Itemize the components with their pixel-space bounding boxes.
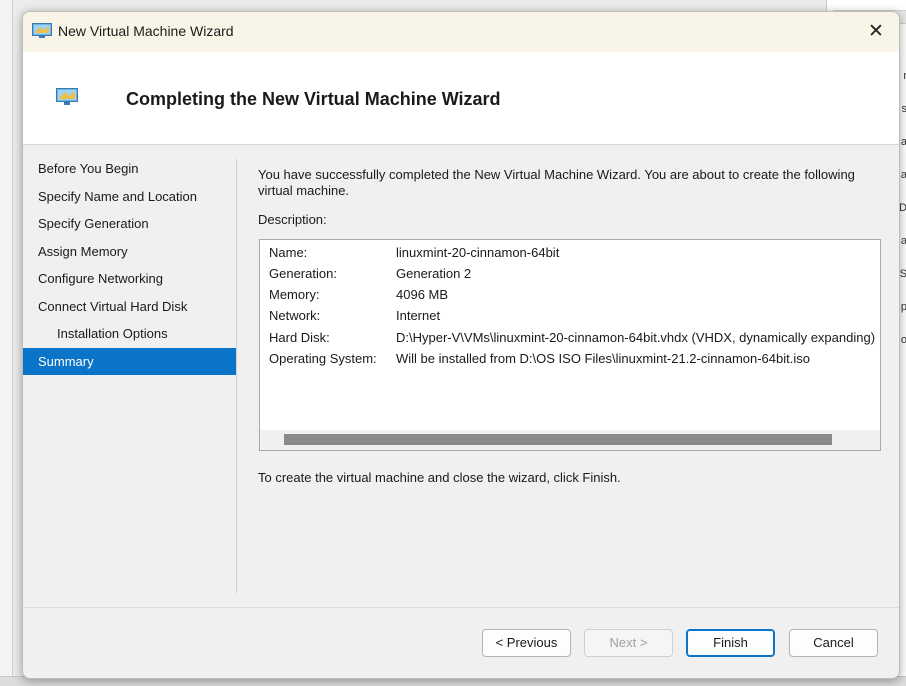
scrollbar-thumb[interactable]: [284, 434, 832, 445]
completion-message: You have successfully completed the New …: [258, 167, 855, 198]
title-bar[interactable]: New Virtual Machine Wizard ✕: [23, 12, 899, 52]
close-button[interactable]: ✕: [853, 12, 899, 52]
horizontal-scrollbar[interactable]: [260, 430, 880, 450]
description-box[interactable]: Name: linuxmint-20-cinnamon-64bit Generat…: [259, 239, 881, 451]
nav-item-before-you-begin[interactable]: Before You Begin: [23, 155, 236, 183]
nav-item-specify-name-and-location[interactable]: Specify Name and Location: [23, 183, 236, 211]
summary-key: Operating System:: [269, 351, 377, 366]
summary-value: 4096 MB: [396, 287, 449, 302]
background-window-left: [0, 0, 13, 685]
nav-item-assign-memory[interactable]: Assign Memory: [23, 238, 236, 266]
nav-item-connect-virtual-hard-disk[interactable]: Connect Virtual Hard Disk: [23, 293, 236, 321]
nav-divider: [236, 159, 237, 593]
close-icon: ✕: [868, 21, 884, 42]
summary-row-name: Name: linuxmint-20-cinnamon-64bit: [269, 243, 559, 263]
summary-key: Generation:: [269, 266, 337, 281]
summary-row-operating-system: Operating System: Will be installed from …: [269, 349, 810, 369]
next-button[interactable]: Next >: [584, 629, 673, 657]
virtual-machine-icon: [56, 88, 78, 105]
summary-row-hard-disk: Hard Disk: D:\Hyper-V\VMs\linuxmint-20-ci…: [269, 328, 875, 348]
wizard-steps-nav: Before You Begin Specify Name and Locati…: [23, 155, 236, 375]
nav-item-summary[interactable]: Summary: [23, 347, 236, 375]
summary-value: linuxmint-20-cinnamon-64bit: [396, 245, 560, 260]
finish-button[interactable]: Finish: [686, 629, 775, 657]
nav-item-configure-networking[interactable]: Configure Networking: [23, 265, 236, 293]
footer-divider: [23, 607, 899, 608]
wizard-dialog: New Virtual Machine Wizard ✕ Completing …: [22, 11, 900, 679]
summary-key: Memory:: [269, 287, 320, 302]
virtual-machine-icon: [32, 23, 52, 38]
summary-key: Name:: [269, 245, 308, 260]
summary-row-generation: Generation: Generation 2: [269, 264, 471, 284]
nav-item-specify-generation[interactable]: Specify Generation: [23, 210, 236, 238]
summary-key: Hard Disk:: [269, 330, 330, 345]
description-label: Description:: [258, 212, 327, 227]
window-title: New Virtual Machine Wizard: [58, 23, 234, 39]
wizard-header: Completing the New Virtual Machine Wizar…: [23, 52, 899, 145]
summary-value: Internet: [396, 308, 441, 323]
summary-value: Generation 2: [396, 266, 472, 281]
page-title: Completing the New Virtual Machine Wizar…: [126, 89, 501, 109]
summary-key: Network:: [269, 308, 321, 323]
summary-value: Will be installed from D:\OS ISO Files\l…: [396, 351, 810, 366]
nav-item-installation-options[interactable]: Installation Options: [23, 320, 236, 348]
summary-row-network: Network: Internet: [269, 306, 440, 326]
summary-value: D:\Hyper-V\VMs\linuxmint-20-cinnamon-64b…: [396, 330, 876, 345]
previous-button[interactable]: < Previous: [482, 629, 571, 657]
summary-row-memory: Memory: 4096 MB: [269, 285, 448, 305]
finish-instruction: To create the virtual machine and close …: [258, 470, 621, 485]
cancel-button[interactable]: Cancel: [789, 629, 878, 657]
